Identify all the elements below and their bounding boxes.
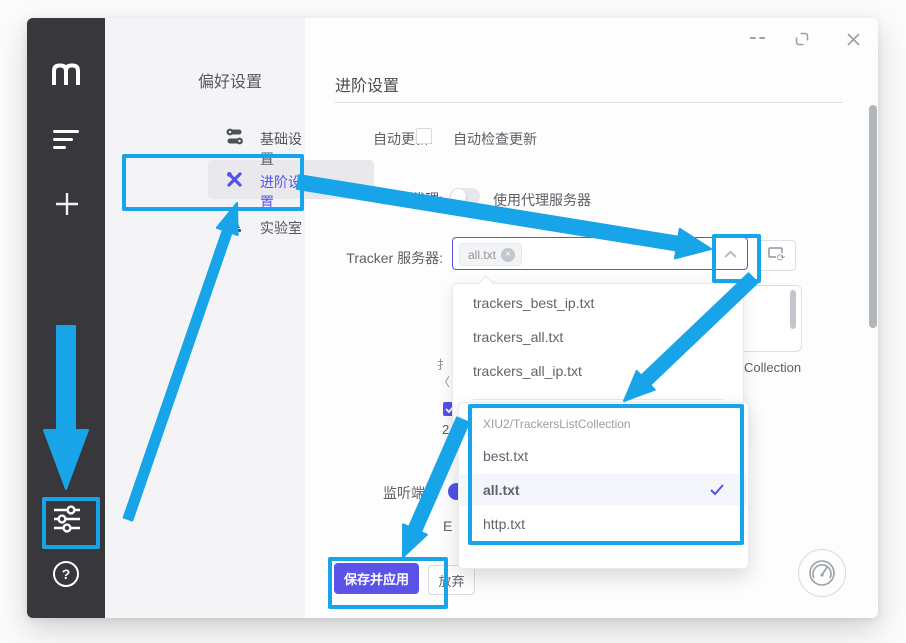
- minimize-icon[interactable]: [750, 37, 765, 41]
- textarea-scrollbar[interactable]: [790, 290, 796, 329]
- lab-icon: [226, 217, 243, 234]
- screenshot-stage: ? 偏好设置 基础设置 进阶设置: [0, 0, 906, 643]
- preferences-title: 偏好设置: [198, 68, 262, 92]
- sync-trackers-button[interactable]: ⟳: [758, 240, 796, 271]
- proxy-switch-label: 使用代理服务器: [493, 190, 591, 210]
- speed-test-button[interactable]: [798, 549, 846, 597]
- title-divider: [335, 102, 843, 103]
- app-window: ? 偏好设置 基础设置 进阶设置: [27, 18, 878, 618]
- toggle-knob: [451, 189, 466, 204]
- maximize-icon[interactable]: [795, 32, 809, 46]
- nav-item-lab[interactable]: 实验室: [260, 218, 302, 238]
- task-list-icon[interactable]: [53, 130, 79, 149]
- annotation-box-dropdown-group: [468, 404, 744, 545]
- hint-fragment-2: 〈: [438, 373, 450, 390]
- collection-link-tail[interactable]: Collection: [744, 360, 801, 375]
- auto-update-checkbox[interactable]: [416, 128, 432, 144]
- annotation-box-save-button: [328, 557, 448, 609]
- dropdown-item[interactable]: trackers_best_ip.txt: [473, 295, 594, 311]
- listen-port-label: 监听端口: [383, 483, 439, 503]
- hint-fragment-1: 扌: [437, 356, 449, 373]
- add-task-icon[interactable]: [53, 190, 81, 218]
- annotation-box-settings-icon: [42, 497, 100, 549]
- basic-settings-icon: [226, 128, 243, 145]
- tracker-tag: all.txt ×: [459, 243, 522, 266]
- bt-fragment: E: [443, 518, 452, 534]
- main-scrollbar[interactable]: [869, 105, 877, 328]
- proxy-label: 代理:: [379, 189, 443, 209]
- tracker-label: Tracker 服务器:: [345, 248, 443, 268]
- interval-fragment: 2: [442, 422, 449, 437]
- speedometer-icon: [799, 550, 845, 596]
- help-icon[interactable]: ?: [52, 560, 80, 588]
- annotation-box-chevron: [712, 234, 761, 283]
- annotation-box-advanced-settings: [122, 154, 304, 211]
- tracker-select-input[interactable]: all.txt ×: [452, 237, 748, 270]
- auto-update-checkbox-label[interactable]: 自动检查更新: [453, 129, 537, 149]
- motrix-logo: [51, 62, 81, 86]
- dropdown-divider: [473, 399, 723, 400]
- dropdown-item[interactable]: trackers_all_ip.txt: [473, 363, 582, 379]
- sync-icon: ⟳: [767, 246, 787, 262]
- svg-text:?: ?: [62, 566, 71, 582]
- dropdown-item[interactable]: trackers_all.txt: [473, 329, 563, 345]
- svg-text:⟳: ⟳: [777, 253, 786, 262]
- page-title: 进阶设置: [335, 72, 399, 96]
- tag-close-icon[interactable]: ×: [501, 248, 515, 262]
- close-icon[interactable]: [846, 32, 861, 47]
- tracker-tag-label: all.txt: [468, 248, 496, 262]
- proxy-toggle[interactable]: [450, 188, 480, 205]
- preferences-nav: 偏好设置 基础设置 进阶设置 实验室: [105, 18, 305, 618]
